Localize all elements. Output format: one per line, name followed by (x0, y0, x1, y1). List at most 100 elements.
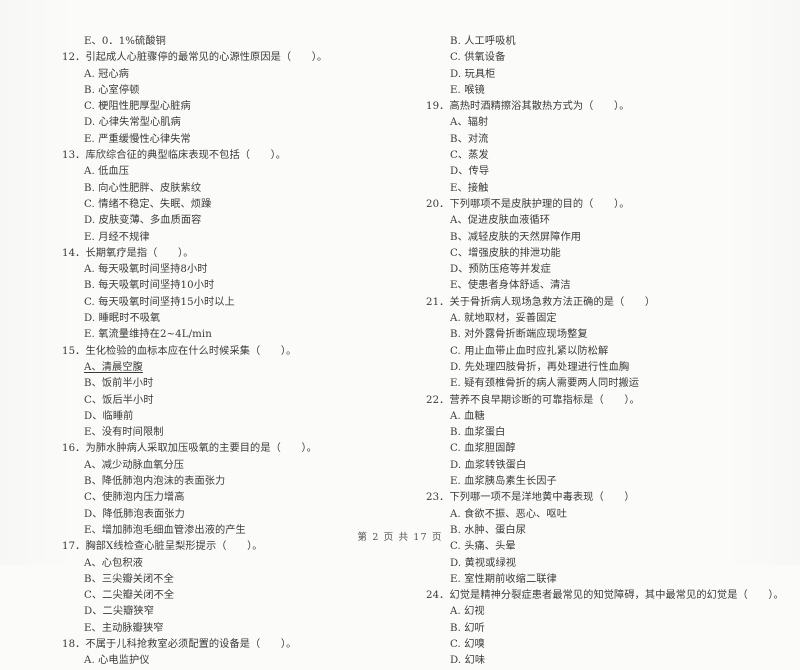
question-block: 17．胸部X线检查心脏呈梨形提示（ ）。 A、心包积液 B、三尖瓣关闭不全 C、二尖瓣… (62, 539, 390, 637)
option-text: D. 皮肤变薄、多血质面容 (84, 215, 202, 227)
question-block: 13．库欣综合征的典型临床表现不包括（ ）。 A. 低血压 B. 向心性肥胖、皮肤紫… (62, 148, 390, 246)
option-text: B. 向心性肥胖、皮肤紫纹 (84, 182, 202, 194)
question-option: C、蒸发 (426, 148, 784, 164)
question-option: D、预防压疮等并发症 (426, 262, 784, 278)
option-text: B. 人工呼吸机 (450, 36, 516, 47)
question-stem: 22．营养不良早期诊断的可靠指标是（ ）。 (426, 394, 640, 406)
option-text: A. 心电监护仪 (84, 655, 150, 667)
question-block: 18．不属于儿科抢救室必须配置的设备是（ ）。 A. 心电监护仪 (62, 637, 390, 670)
question-option: E. 血浆胰岛素生长因子 (426, 474, 784, 490)
question-option: A、心包积液 (62, 556, 390, 572)
option-text: D. 心律失常型心肌病 (84, 117, 181, 129)
option-text: E. 室性期前收缩二联律 (450, 573, 557, 585)
option-text: E、0．1%硫酸铜 (84, 36, 166, 47)
option-text: D. 玩具柜 (450, 68, 496, 80)
option-text: E、主动脉瓣狭窄 (84, 622, 164, 634)
question-option: D、临睡前 (62, 409, 390, 425)
option-text: D、传导 (450, 166, 490, 178)
option-text: E. 月经不规律 (84, 231, 150, 243)
question-option: E. 严重缓慢性心律失常 (62, 132, 390, 148)
question-option: C. 幻嗅 (426, 637, 784, 653)
question-option: D. 睡眠时不吸氧 (62, 311, 390, 327)
question-option: D、二尖瓣狭窄 (62, 604, 390, 620)
question-option: B. 对外露骨折断端应现场整复 (426, 327, 784, 343)
left-column: E、0．1%硫酸铜 12．引起成人心脏骤停的最常见的心源性原因是（ ）。 A. 冠… (0, 34, 400, 670)
question-stem: 12．引起成人心脏骤停的最常见的心源性原因是（ ）。 (62, 52, 328, 64)
question-option: D. 先处理四肢骨折，再处理进行性血胸 (426, 360, 784, 376)
option-text: E. 喉镜 (450, 84, 485, 96)
question-option: B. 向心性肥胖、皮肤紫纹 (62, 181, 390, 197)
option-text: C. 每天吸氧时间坚持15小时以上 (84, 296, 235, 308)
question-option: D. 黄视或绿视 (426, 556, 784, 572)
question-block: 12．引起成人心脏骤停的最常见的心源性原因是（ ）。 A. 冠心病 B. 心室停顿 C… (62, 50, 390, 148)
left-question-list: 12．引起成人心脏骤停的最常见的心源性原因是（ ）。 A. 冠心病 B. 心室停顿 C… (62, 50, 390, 669)
question-option: B、对流 (426, 132, 784, 148)
question-option: C. 梗阻性肥厚型心脏病 (62, 99, 390, 115)
option-text: B. 心室停顿 (84, 84, 140, 96)
option-text: B、对流 (450, 133, 489, 145)
question-option: A. 心电监护仪 (62, 653, 390, 669)
option-text: E. 疑有颈椎骨折的病人需要两人同时搬运 (450, 378, 640, 390)
question-option: B、饭前半小时 (62, 376, 390, 392)
question-stem: 18．不属于儿科抢救室必须配置的设备是（ ）。 (62, 638, 297, 650)
option-text: C. 血浆胆固醇 (450, 443, 516, 455)
option-text: A. 冠心病 (84, 68, 129, 80)
option-text: C. 幻嗅 (450, 638, 485, 650)
question-stem: 24．幻觉是精神分裂症患者最常见的知觉障碍，其中最常见的幻觉是（ ）。 (426, 590, 784, 602)
question-option: A. 食欲不振、恶心、呕吐 (426, 507, 784, 523)
option-text: A. 血糖 (450, 410, 485, 422)
option-text: D. 睡眠时不吸氧 (84, 313, 161, 325)
option-text: C、增强皮肤的排泄功能 (450, 247, 561, 259)
question-stem: 20．下列哪项不是皮肤护理的目的（ ）。 (426, 198, 630, 210)
question-option: C. 供氧设备 (426, 50, 784, 66)
question-option: A、清晨空腹 (62, 360, 390, 376)
question-option: E. 氧流量维持在2~4L/min (62, 327, 390, 343)
option-text: C. 供氧设备 (450, 52, 506, 64)
option-text: A. 低血压 (84, 166, 129, 178)
question-block: 20．下列哪项不是皮肤护理的目的（ ）。 A、促进皮肤血液循环 B、减轻皮肤的天然屏… (426, 197, 784, 295)
question-option: E. 疑有颈椎骨折的病人需要两人同时搬运 (426, 376, 784, 392)
question-option: E. 室性期前收缩二联律 (426, 572, 784, 588)
two-column-layout: E、0．1%硫酸铜 12．引起成人心脏骤停的最常见的心源性原因是（ ）。 A. 冠… (0, 34, 800, 670)
question-option: C、增强皮肤的排泄功能 (426, 246, 784, 262)
question-option: A、辐射 (426, 115, 784, 131)
option-text: A、减少动脉血氧分压 (84, 459, 185, 471)
option-text: B、饭前半小时 (84, 378, 154, 390)
question-option: E、没有时间限制 (62, 425, 390, 441)
question-option: B、降低肺泡内泡沫的表面张力 (62, 474, 390, 490)
option-text: D. 幻味 (450, 655, 486, 667)
question-option: E. 喉镜 (426, 83, 784, 99)
option-text: C. 梗阻性肥厚型心脏病 (84, 101, 191, 113)
page-footer: 第 2 页 共 17 页 (357, 532, 443, 543)
question-option: E、使患者身体舒适、清洁 (426, 278, 784, 294)
option-text: C、使肺泡内压力增高 (84, 492, 185, 504)
question-option: C、二尖瓣关闭不全 (62, 588, 390, 604)
question-option: E、接触 (426, 181, 784, 197)
question-option: C、饭后半小时 (62, 393, 390, 409)
question-option: B、三尖瓣关闭不全 (62, 572, 390, 588)
question-option: A. 血糖 (426, 409, 784, 425)
option-text: B、降低肺泡内泡沫的表面张力 (84, 476, 226, 488)
option-text: A. 食欲不振、恶心、呕吐 (450, 508, 568, 520)
question-stem: 23．下列哪一项不是洋地黄中毒表现（ ） (426, 492, 635, 504)
right-question-list: 19．高热时酒精擦浴其散热方式为（ ）。 A、辐射 B、对流 C、蒸发 D、传导 E、接触… (426, 99, 784, 669)
option-text: B. 幻听 (450, 622, 485, 634)
question-option: C. 血浆胆固醇 (426, 441, 784, 457)
question-option: C. 用止血带止血时应扎紧以防松解 (426, 344, 784, 360)
right-column: B. 人工呼吸机 C. 供氧设备 D. 玩具柜 E. 喉镜 19．高热时酒精擦浴其散热… (400, 34, 800, 670)
question-option: E. 月经不规律 (62, 230, 390, 246)
question-stem: 14．长期氧疗是指（ ）。 (62, 247, 194, 259)
question-block: 24．幻觉是精神分裂症患者最常见的知觉障碍，其中最常见的幻觉是（ ）。 A. 幻视… (426, 588, 784, 669)
option-text: A、辐射 (450, 117, 489, 129)
option-text: B、减轻皮肤的天然屏障作用 (450, 231, 582, 243)
option-text: D. 黄视或绿视 (450, 557, 517, 569)
continuation-option: E、0．1%硫酸铜 (62, 34, 390, 50)
option-text: E、没有时间限制 (84, 427, 164, 439)
question-option: A. 幻视 (426, 604, 784, 620)
option-text: E. 氧流量维持在2~4L/min (84, 329, 212, 341)
question-block: 14．长期氧疗是指（ ）。 A. 每天吸氧时间坚持8小时 B. 每天吸氧时间坚持10… (62, 246, 390, 344)
exam-page: E、0．1%硫酸铜 12．引起成人心脏骤停的最常见的心源性原因是（ ）。 A. 冠… (0, 0, 800, 666)
question-option: D. 心律失常型心肌病 (62, 115, 390, 131)
question-option: A、减少动脉血氧分压 (62, 458, 390, 474)
question-option: B. 每天吸氧时间坚持10小时 (62, 278, 390, 294)
